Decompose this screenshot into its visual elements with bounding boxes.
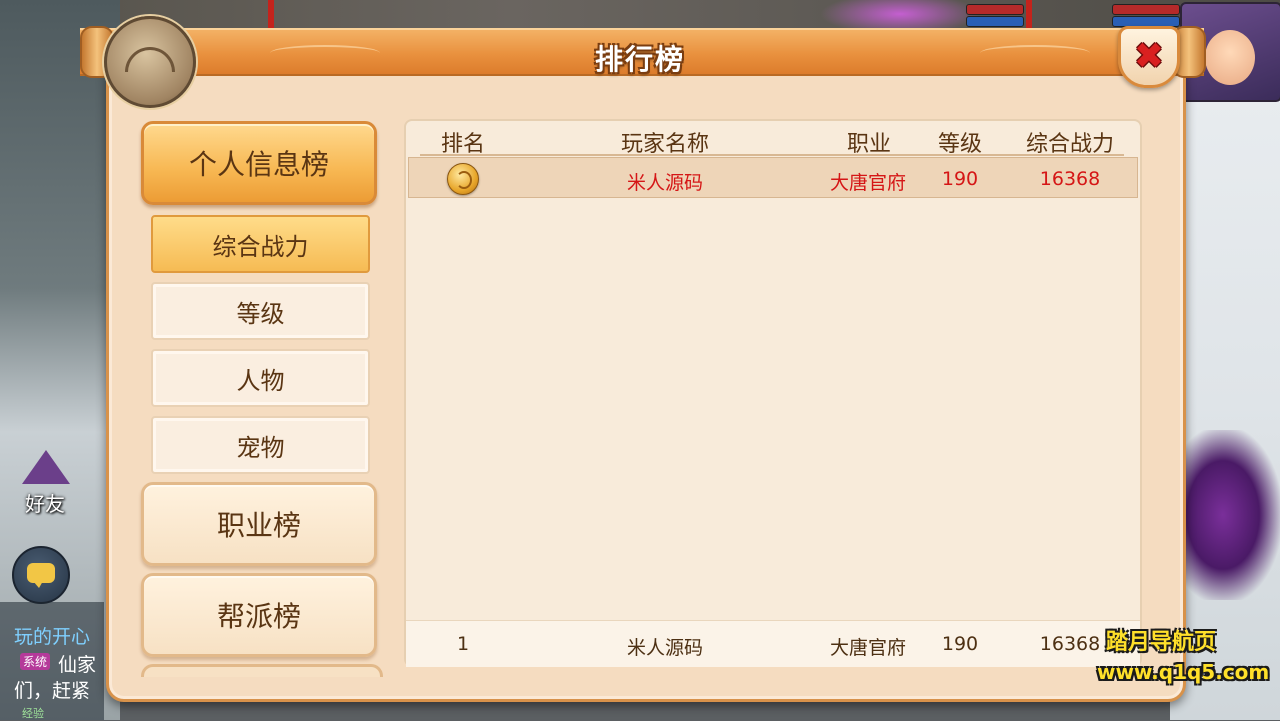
subtab-level[interactable]: 等级 — [151, 282, 370, 340]
player-avatar — [1205, 30, 1255, 85]
category-next-partial[interactable] — [141, 664, 383, 677]
system-tag: 系统 — [20, 653, 51, 670]
target-hp-bar — [966, 4, 1024, 15]
my-rank-number: 1 — [456, 633, 470, 655]
gold-medal-icon — [447, 163, 479, 195]
scene-red-rope — [268, 0, 274, 30]
subtab-label: 综合战力 — [212, 232, 309, 261]
category-label: 帮派榜 — [216, 600, 301, 633]
category-label: 个人信息榜 — [188, 148, 329, 181]
row-level: 190 — [941, 168, 979, 190]
header-swirl-ornament — [270, 45, 380, 61]
cloud-emblem-icon — [104, 16, 196, 108]
category-label: 职业榜 — [216, 509, 301, 542]
scene-red-rope — [1026, 0, 1032, 30]
subtab-label: 宠物 — [236, 433, 285, 462]
row-power: 16368 — [1039, 168, 1101, 190]
subtab-label: 等级 — [236, 299, 285, 328]
target-mp-bar — [966, 16, 1024, 27]
watermark-url: www.q1q5.com — [1097, 660, 1270, 684]
subtab-pet[interactable]: 宠物 — [151, 416, 370, 474]
friends-label: 好友 — [25, 492, 65, 516]
chat-line: 们，赶紧 — [14, 680, 91, 702]
chat-line: 仙家 — [58, 654, 97, 676]
ranking-table — [404, 119, 1142, 667]
my-rank-class: 大唐官府 — [829, 637, 906, 659]
exp-label: 经验 — [22, 707, 44, 720]
subtab-character[interactable]: 人物 — [151, 349, 370, 407]
scene-purple-effect — [1185, 430, 1280, 600]
my-rank-name: 米人源码 — [626, 637, 703, 659]
player-hp-bar — [1112, 4, 1180, 15]
friends-hat-icon — [22, 450, 70, 484]
subtab-combat-power[interactable]: 综合战力 — [151, 215, 370, 273]
category-guild[interactable]: 帮派榜 — [141, 573, 377, 657]
close-button[interactable]: ✖ — [1118, 26, 1180, 88]
panel-title: 排行榜 — [594, 43, 685, 76]
watermark-title: 踏月导航页 — [1106, 630, 1217, 655]
category-profession[interactable]: 职业榜 — [141, 482, 377, 566]
chat-log[interactable]: 玩的开心 仙家 系统 们，赶紧 — [0, 602, 104, 720]
close-x-icon: ✖ — [1133, 36, 1165, 77]
row-class: 大唐官府 — [829, 172, 906, 194]
chat-button[interactable] — [12, 546, 70, 604]
category-personal-info[interactable]: 个人信息榜 — [141, 121, 377, 205]
chat-line: 玩的开心 — [14, 626, 91, 648]
header-swirl-ornament — [980, 45, 1090, 61]
subtab-label: 人物 — [236, 366, 285, 395]
row-player-name: 米人源码 — [626, 172, 703, 194]
friends-button[interactable]: 好友 — [16, 450, 74, 516]
chat-bubble-icon — [27, 563, 55, 588]
my-rank-level: 190 — [941, 633, 979, 655]
header-divider — [420, 154, 1124, 156]
